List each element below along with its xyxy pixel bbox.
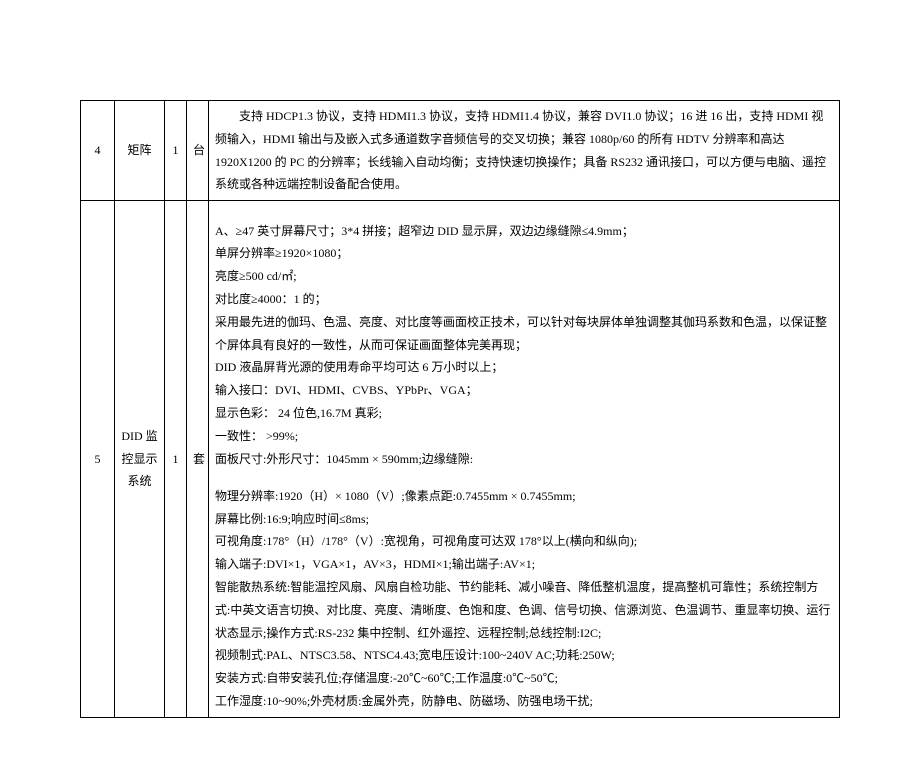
desc-line: 视频制式:PAL、NTSC3.58、NTSC4.43;宽电压设计:100~240… bbox=[215, 644, 833, 667]
desc-line: 物理分辨率:1920（H）× 1080（V）;像素点距:0.7455mm × 0… bbox=[215, 485, 833, 508]
item-name: DID 监控显示系统 bbox=[115, 201, 165, 718]
item-description: A、≥47 英寸屏幕尺寸；3*4 拼接；超窄边 DID 显示屏，双边边缘缝隙≤4… bbox=[209, 201, 840, 718]
table-row: 4 矩阵 1 台 支持 HDCP1.3 协议，支持 HDMI1.3 协议，支持 … bbox=[81, 101, 840, 201]
desc-line: 支持 HDCP1.3 协议，支持 HDMI1.3 协议，支持 HDMI1.4 协… bbox=[215, 105, 833, 196]
desc-line: 一致性： >99%; bbox=[215, 425, 833, 448]
item-name: 矩阵 bbox=[115, 101, 165, 201]
desc-line: 输入接口：DVI、HDMI、CVBS、YPbPr、VGA； bbox=[215, 379, 833, 402]
desc-line: 可视角度:178°（H）/178°（V）:宽视角，可视角度可达双 178°以上(… bbox=[215, 530, 833, 553]
desc-line: 输入端子:DVI×1，VGA×1，AV×3，HDMI×1;输出端子:AV×1; bbox=[215, 553, 833, 576]
desc-blank bbox=[215, 470, 833, 484]
desc-line: 亮度≥500 cd/㎡; bbox=[215, 265, 833, 288]
spec-table: 4 矩阵 1 台 支持 HDCP1.3 协议，支持 HDMI1.3 协议，支持 … bbox=[80, 100, 840, 718]
row-number: 4 bbox=[81, 101, 115, 201]
desc-line: 面板尺寸:外形尺寸：1045mm × 590mm;边缘缝隙: bbox=[215, 448, 833, 471]
desc-line: 安装方式:自带安装孔位;存储温度:-20℃~60℃;工作温度:0℃~50℃; bbox=[215, 667, 833, 690]
desc-line: 采用最先进的伽玛、色温、亮度、对比度等画面校正技术，可以针对每块屏体单独调整其伽… bbox=[215, 311, 833, 357]
item-qty: 1 bbox=[165, 201, 187, 718]
desc-line: 工作湿度:10~90%;外壳材质:金属外壳，防静电、防磁场、防强电场干扰; bbox=[215, 690, 833, 713]
table-row: 5 DID 监控显示系统 1 套 A、≥47 英寸屏幕尺寸；3*4 拼接；超窄边… bbox=[81, 201, 840, 718]
desc-line: 智能散热系统:智能温控风扇、风扇自检功能、节约能耗、减小噪音、降低整机温度，提高… bbox=[215, 576, 833, 644]
desc-line: 单屏分辨率≥1920×1080； bbox=[215, 242, 833, 265]
item-unit: 套 bbox=[187, 201, 209, 718]
desc-line: DID 液晶屏背光源的使用寿命平均可达 6 万小时以上； bbox=[215, 356, 833, 379]
item-qty: 1 bbox=[165, 101, 187, 201]
desc-line: 显示色彩： 24 位色,16.7M 真彩; bbox=[215, 402, 833, 425]
desc-blank bbox=[215, 205, 833, 219]
desc-line: 对比度≥4000：1 的； bbox=[215, 288, 833, 311]
desc-line: A、≥47 英寸屏幕尺寸；3*4 拼接；超窄边 DID 显示屏，双边边缘缝隙≤4… bbox=[215, 220, 833, 243]
row-number: 5 bbox=[81, 201, 115, 718]
item-unit: 台 bbox=[187, 101, 209, 201]
desc-line: 屏幕比例:16:9;响应时间≤8ms; bbox=[215, 508, 833, 531]
item-description: 支持 HDCP1.3 协议，支持 HDMI1.3 协议，支持 HDMI1.4 协… bbox=[209, 101, 840, 201]
